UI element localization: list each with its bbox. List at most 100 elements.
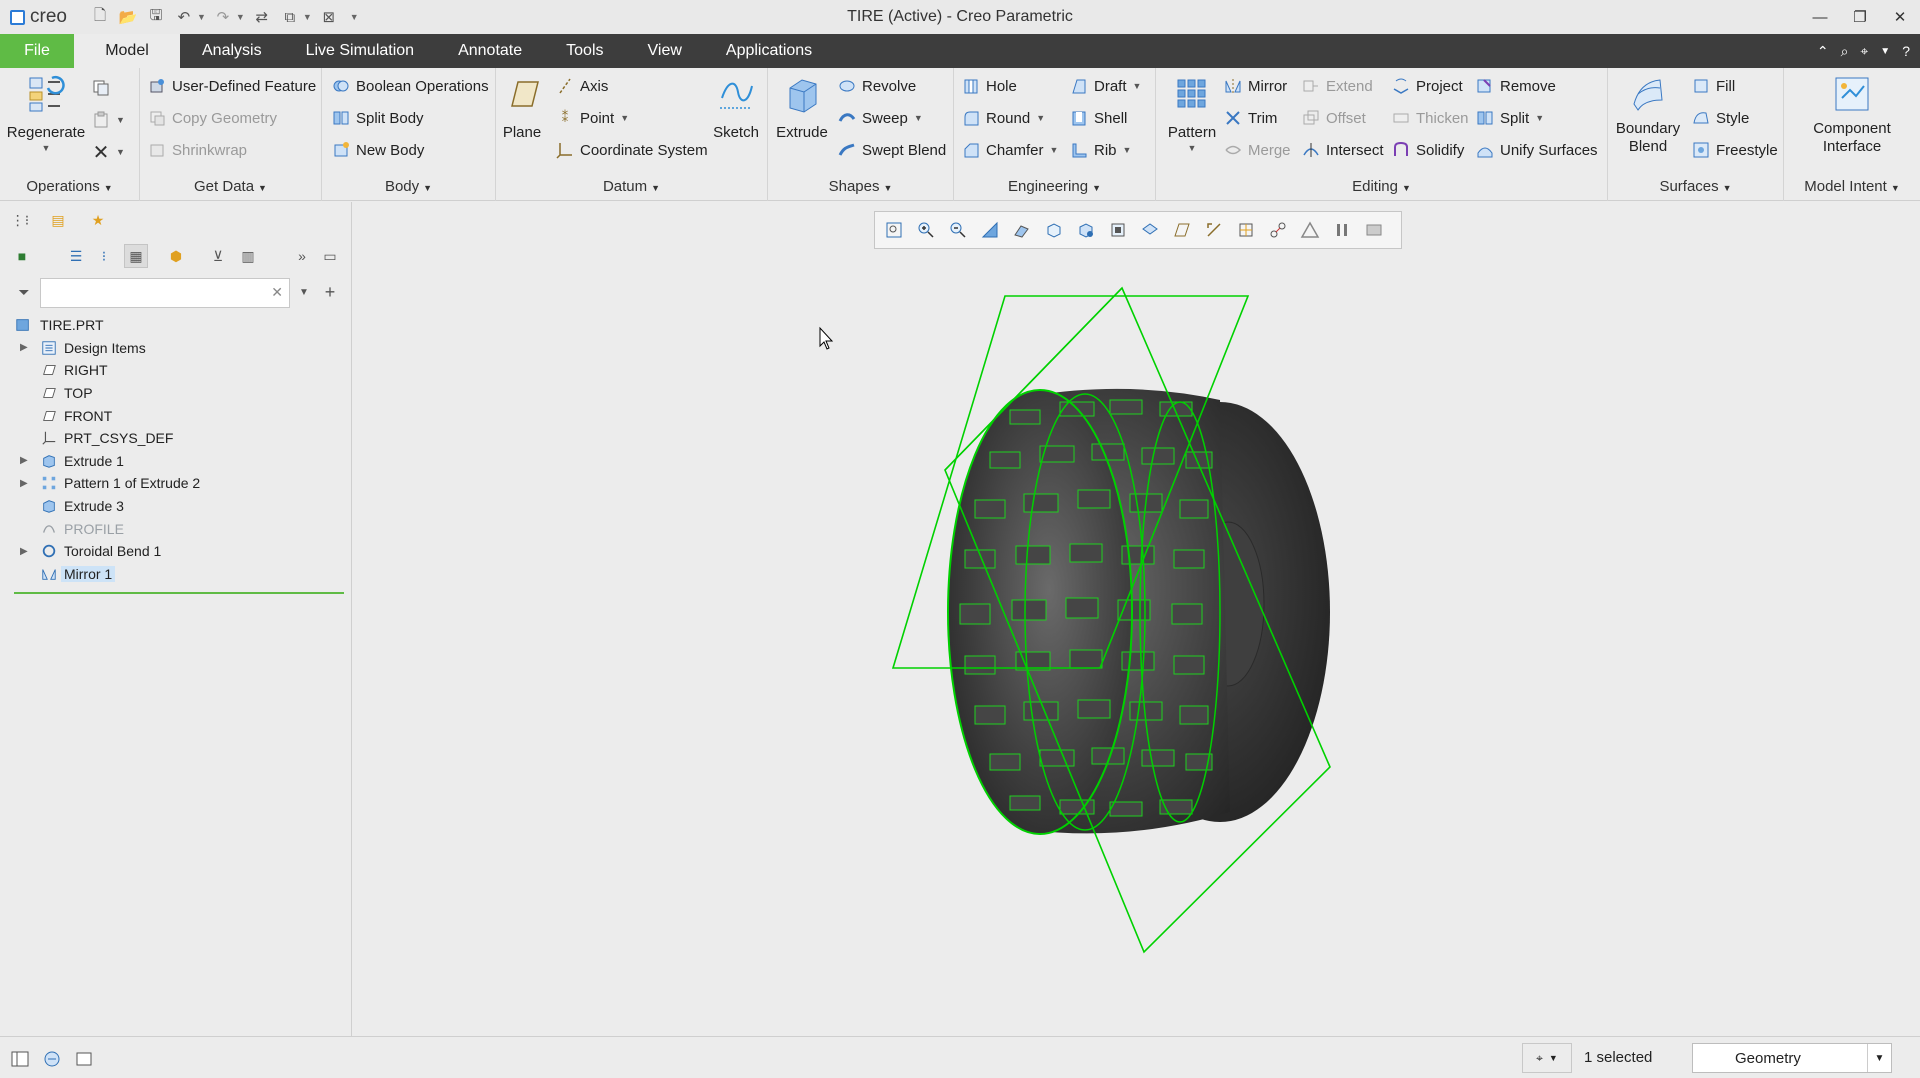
datum-group-title[interactable]: Datum ▼ bbox=[496, 178, 767, 195]
boolean-operations-button[interactable]: Boolean Operations bbox=[332, 74, 489, 98]
revolve-button[interactable]: Revolve bbox=[838, 74, 916, 98]
get-data-group-title[interactable]: Get Data ▼ bbox=[140, 178, 321, 195]
point-button[interactable]: ⁑ Point ▼ bbox=[556, 106, 629, 130]
warning-icon[interactable] bbox=[1295, 215, 1325, 245]
tree-search-input[interactable] bbox=[41, 279, 261, 307]
full-screen-icon[interactable] bbox=[72, 1047, 96, 1071]
save-icon[interactable]: 🖫 bbox=[145, 6, 167, 28]
display-style-icon[interactable] bbox=[1007, 215, 1037, 245]
tab-annotate[interactable]: Annotate bbox=[436, 34, 544, 68]
show-browser-icon[interactable] bbox=[40, 1047, 64, 1071]
tree-item-mirror-1[interactable]: Mirror 1 bbox=[0, 563, 352, 586]
more-tools-icon[interactable]: » bbox=[290, 244, 314, 268]
redo-icon[interactable]: ↷ bbox=[212, 6, 234, 28]
pause-icon[interactable] bbox=[1327, 215, 1357, 245]
undo-icon[interactable]: ↶ bbox=[173, 6, 195, 28]
expand-icon[interactable]: ▶ bbox=[20, 478, 28, 489]
plane-button[interactable]: Plane bbox=[500, 74, 544, 141]
coordinate-system-button[interactable]: Coordinate System bbox=[556, 138, 708, 162]
find-dropdown-icon[interactable]: ▼ bbox=[1549, 1053, 1558, 1063]
tree-filter-icon[interactable]: ⊻ bbox=[206, 244, 230, 268]
redo-dropdown-icon[interactable]: ▼ bbox=[236, 12, 245, 22]
tree-item-design-items[interactable]: ▶ Design Items bbox=[0, 337, 352, 360]
expand-icon[interactable]: ▶ bbox=[20, 546, 28, 557]
fill-button[interactable]: Fill bbox=[1692, 74, 1735, 98]
tree-settings-icon[interactable]: ⬢ bbox=[164, 244, 188, 268]
extend-button[interactable]: Extend bbox=[1302, 74, 1373, 98]
tire-model[interactable] bbox=[353, 202, 1920, 1036]
repaint-icon[interactable] bbox=[975, 215, 1005, 245]
favorites-tab-icon[interactable]: ★ bbox=[86, 208, 110, 232]
pattern-button[interactable]: Pattern ▼ bbox=[1164, 74, 1220, 153]
restore-icon[interactable]: ❐ bbox=[1840, 0, 1880, 34]
show-navigator-icon[interactable] bbox=[8, 1047, 32, 1071]
copy-geometry-button[interactable]: Copy Geometry bbox=[148, 106, 277, 130]
tree-columns-settings-icon[interactable]: ▥ bbox=[236, 244, 260, 268]
split-button[interactable]: Split ▼ bbox=[1476, 106, 1544, 130]
tree-columns-icon[interactable]: ▦ bbox=[124, 244, 148, 268]
spin-center-icon[interactable] bbox=[1231, 215, 1261, 245]
tree-expand-icon[interactable]: ☰ bbox=[64, 244, 88, 268]
tree-list-icon[interactable]: ⁝ bbox=[92, 244, 116, 268]
regenerate-small-icon[interactable]: ⇄ bbox=[251, 6, 273, 28]
annotation-display-icon[interactable] bbox=[1199, 215, 1229, 245]
user-defined-feature-button[interactable]: User-Defined Feature bbox=[148, 74, 316, 98]
split-body-button[interactable]: Split Body bbox=[332, 106, 424, 130]
view-manager-icon[interactable] bbox=[1071, 215, 1101, 245]
tree-item-prt-csys-def[interactable]: PRT_CSYS_DEF bbox=[0, 427, 352, 450]
regenerate-dropdown-icon[interactable]: ▼ bbox=[42, 143, 51, 153]
tree-item-right[interactable]: RIGHT bbox=[0, 359, 352, 382]
tree-item-toroidal-bend-1[interactable]: ▶ Toroidal Bend 1 bbox=[0, 540, 352, 563]
tree-item-profile[interactable]: PROFILE bbox=[0, 517, 352, 540]
simulation-display-icon[interactable] bbox=[1263, 215, 1293, 245]
tree-item-front[interactable]: FRONT bbox=[0, 404, 352, 427]
mirror-button[interactable]: Mirror bbox=[1224, 74, 1287, 98]
graphics-area[interactable] bbox=[353, 202, 1920, 1036]
section-icon[interactable] bbox=[1135, 215, 1165, 245]
chamfer-button[interactable]: Chamfer ▼ bbox=[962, 138, 1058, 162]
intersect-button[interactable]: Intersect bbox=[1302, 138, 1384, 162]
search-options-dropdown-icon[interactable]: ▼ bbox=[292, 280, 316, 304]
boundary-blend-button[interactable]: Boundary Blend bbox=[1610, 74, 1686, 156]
tab-analysis[interactable]: Analysis bbox=[180, 34, 284, 68]
tab-file[interactable]: File bbox=[0, 34, 74, 68]
expand-icon[interactable]: ▶ bbox=[20, 342, 28, 353]
zoom-in-icon[interactable] bbox=[911, 215, 941, 245]
shapes-group-title[interactable]: Shapes ▼ bbox=[768, 178, 953, 195]
tree-item-extrude-1[interactable]: ▶ Extrude 1 bbox=[0, 450, 352, 473]
minimize-icon[interactable]: — bbox=[1800, 0, 1840, 34]
tree-search-box[interactable]: ✕ bbox=[40, 278, 290, 308]
merge-button[interactable]: Merge bbox=[1224, 138, 1291, 162]
collapse-ribbon-icon[interactable]: ⌃ bbox=[1817, 43, 1829, 60]
add-filter-icon[interactable]: + bbox=[318, 280, 342, 304]
editing-group-title[interactable]: Editing ▼ bbox=[1156, 178, 1607, 195]
options-dropdown-icon[interactable]: ▼ bbox=[1880, 46, 1890, 57]
style-button[interactable]: Style bbox=[1692, 106, 1749, 130]
tab-live-simulation[interactable]: Live Simulation bbox=[284, 34, 437, 68]
trim-button[interactable]: Trim bbox=[1224, 106, 1277, 130]
datum-display-filters-icon[interactable] bbox=[1167, 215, 1197, 245]
search-icon[interactable]: ⌕ bbox=[1841, 43, 1849, 60]
offset-button[interactable]: Offset bbox=[1302, 106, 1366, 130]
saved-orientations-icon[interactable] bbox=[1039, 215, 1069, 245]
close-icon[interactable]: ✕ bbox=[1880, 0, 1920, 34]
delete-icon[interactable]: ✕ ▼ bbox=[92, 140, 125, 164]
unify-surfaces-button[interactable]: Unify Surfaces bbox=[1476, 138, 1598, 162]
tree-item-top[interactable]: TOP bbox=[0, 382, 352, 405]
open-folder-icon[interactable]: 📂 bbox=[117, 6, 139, 28]
model-tree-tab-icon[interactable]: ⋮⁝ bbox=[8, 208, 32, 232]
close-graphics-toolbar-icon[interactable] bbox=[1359, 215, 1389, 245]
perspective-view-icon[interactable] bbox=[1103, 215, 1133, 245]
new-file-icon[interactable]: 🗋 bbox=[89, 6, 111, 28]
draft-button[interactable]: Draft ▼ bbox=[1070, 74, 1141, 98]
rib-button[interactable]: Rib ▼ bbox=[1070, 138, 1131, 162]
undo-dropdown-icon[interactable]: ▼ bbox=[197, 12, 206, 22]
copy-icon[interactable] bbox=[92, 76, 116, 100]
command-search-icon[interactable]: ⌖ bbox=[1860, 43, 1868, 60]
tree-item-tire-prt[interactable]: TIRE.PRT bbox=[0, 314, 352, 337]
help-icon[interactable]: ? bbox=[1902, 43, 1910, 59]
axis-button[interactable]: Axis bbox=[556, 74, 608, 98]
tab-applications[interactable]: Applications bbox=[704, 34, 834, 68]
round-button[interactable]: Round ▼ bbox=[962, 106, 1045, 130]
selection-filter-dropdown[interactable]: Geometry ▼ bbox=[1692, 1043, 1892, 1073]
